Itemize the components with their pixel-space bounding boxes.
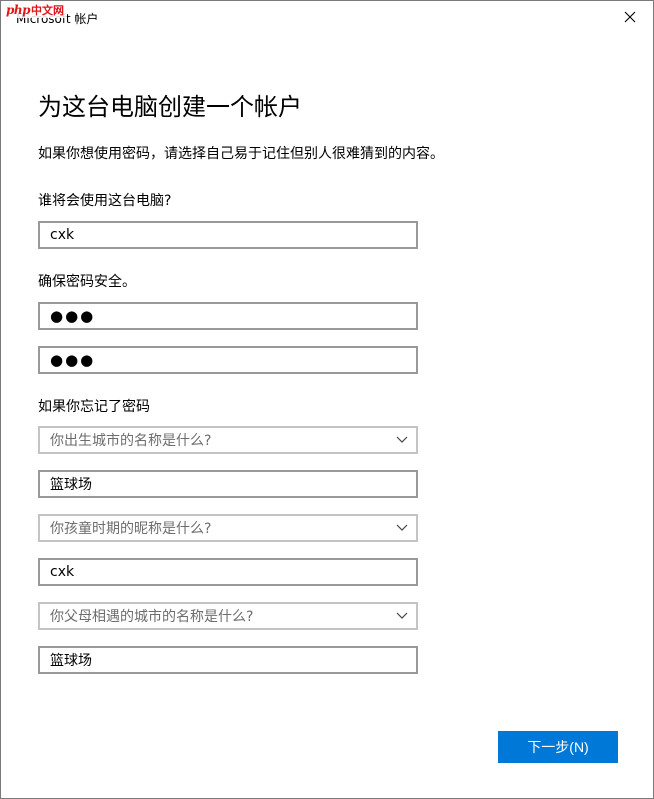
security-answer-1-value: 篮球场 [50, 477, 92, 493]
security-question-3-text: 你父母相遇的城市的名称是什么? [50, 609, 254, 625]
security-answer-3-value: 篮球场 [50, 653, 92, 669]
close-button[interactable] [607, 1, 653, 33]
username-label: 谁将会使用这台电脑? [38, 193, 172, 209]
chevron-down-icon [396, 524, 408, 531]
confirm-password-value: ●●● [50, 351, 96, 369]
password-input[interactable]: ●●● [38, 302, 418, 330]
password-value: ●●● [50, 307, 96, 325]
security-question-2-text: 你孩童时期的昵称是什么? [50, 521, 212, 537]
account-setup-window: Microsoft 帐户 php 中文网 为这台电脑创建一个帐户 如果你想使用密… [0, 0, 654, 799]
close-icon [624, 11, 636, 23]
chevron-down-icon [396, 612, 408, 619]
php-logo-watermark: php 中文网 [3, 2, 68, 18]
page-title: 为这台电脑创建一个帐户 [38, 93, 302, 121]
confirm-password-input[interactable]: ●●● [38, 346, 418, 374]
next-button[interactable]: 下一步(N) [498, 731, 618, 763]
security-question-2-select[interactable]: 你孩童时期的昵称是什么? [38, 514, 418, 542]
username-value: cxk [50, 227, 75, 243]
watermark-cn: 中文网 [31, 4, 65, 17]
watermark-php: php [6, 3, 31, 17]
security-answer-1-input[interactable]: 篮球场 [38, 470, 418, 498]
security-answer-2-value: cxk [50, 564, 75, 580]
page-description: 如果你想使用密码，请选择自己易于记住但别人很难猜到的内容。 [38, 146, 444, 162]
security-questions-label: 如果你忘记了密码 [38, 399, 150, 415]
security-answer-3-input[interactable]: 篮球场 [38, 646, 418, 674]
username-input[interactable]: cxk [38, 221, 418, 249]
security-question-1-text: 你出生城市的名称是什么? [50, 433, 212, 449]
chevron-down-icon [396, 436, 408, 443]
title-bar: Microsoft 帐户 php 中文网 [1, 1, 653, 33]
password-label: 确保密码安全。 [38, 274, 136, 290]
security-answer-2-input[interactable]: cxk [38, 558, 418, 586]
security-question-3-select[interactable]: 你父母相遇的城市的名称是什么? [38, 602, 418, 630]
security-question-1-select[interactable]: 你出生城市的名称是什么? [38, 426, 418, 454]
